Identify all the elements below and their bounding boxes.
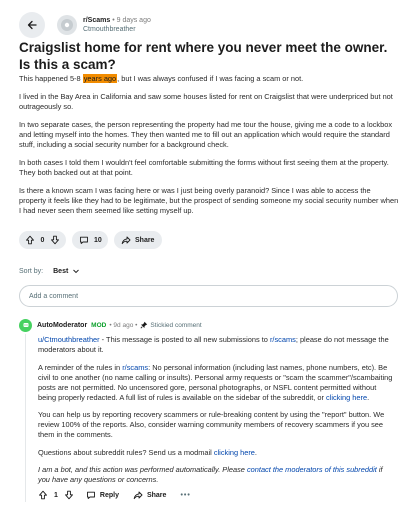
post-paragraph: In two separate cases, the person repres… [19, 120, 393, 149]
share-button[interactable]: Share [114, 231, 162, 249]
text: Questions about subreddit rules? Send us… [38, 447, 214, 457]
rules-link[interactable]: clicking here [326, 393, 367, 402]
comments-button[interactable]: 10 [72, 231, 108, 249]
comment-paragraph: I am a bot, and this action was performe… [38, 465, 395, 485]
reply-button[interactable]: Reply [86, 490, 119, 500]
post-paragraph: Is there a known scam I was facing here … [19, 186, 399, 215]
upvote-arrow-icon[interactable] [25, 235, 35, 245]
contact-mods-link[interactable]: contact the moderators of this subreddit [247, 465, 377, 474]
text: - This message is posted to all new subm… [99, 335, 270, 344]
subreddit-link[interactable]: r/scams [122, 363, 148, 372]
vote-pill: 0 [19, 231, 66, 249]
comment-share-button[interactable]: Share [133, 490, 166, 500]
chevron-down-icon[interactable] [72, 267, 80, 275]
comment-author[interactable]: AutoModerator [37, 322, 87, 329]
comment-body: u/Ctmouthbreather - This message is post… [38, 335, 395, 493]
comment-header: AutoModerator MOD • 9d ago • Stickied co… [19, 318, 399, 332]
post-body: This happened 5-8 years ago, but I was a… [19, 74, 399, 224]
vote-count: 0 [40, 236, 45, 244]
highlighted-text: years ago [82, 74, 118, 83]
downvote-arrow-icon[interactable] [64, 490, 74, 500]
comment-time: • 9d ago • [109, 321, 138, 329]
text: . [367, 392, 370, 402]
text: A reminder of the rules in [38, 362, 123, 372]
post-paragraph: In both cases I told them I wouldn't fee… [19, 158, 389, 177]
sort-label: Sort by: [19, 267, 44, 275]
downvote-arrow-icon[interactable] [50, 235, 60, 245]
comment-paragraph: Questions about subreddit rules? Send us… [38, 448, 395, 458]
meta-separator: • [112, 17, 115, 24]
share-label: Share [146, 491, 167, 499]
add-comment-placeholder: Add a comment [29, 292, 79, 300]
modmail-link[interactable]: clicking here [214, 448, 255, 457]
post-meta: r/Scams • 9 days ago Ctmouthbreather [83, 16, 151, 34]
post-paragraph: I lived in the Bay Area in California an… [19, 92, 393, 111]
comment-bubble-icon [86, 490, 96, 500]
comment-bubble-icon [79, 235, 89, 245]
pin-icon [140, 321, 148, 329]
sort-row: Sort by: Best [19, 267, 80, 275]
subreddit-avatar[interactable] [57, 15, 77, 35]
reply-label: Reply [99, 491, 119, 499]
automod-comment: AutoModerator MOD • 9d ago • Stickied co… [19, 318, 399, 502]
stickied-label: Stickied comment [150, 321, 202, 329]
comment-actions: 1 Reply Share ••• [38, 490, 191, 500]
mod-badge: MOD [91, 321, 107, 329]
subreddit-link[interactable]: r/scams [270, 335, 296, 344]
comment-paragraph: A reminder of the rules in r/scams: No p… [38, 363, 395, 403]
comment-count: 10 [94, 236, 102, 244]
sort-dropdown[interactable]: Best [53, 268, 68, 275]
arrow-left-icon [26, 19, 38, 31]
automod-avatar[interactable] [19, 318, 32, 332]
comment-paragraph: u/Ctmouthbreather - This message is post… [38, 335, 395, 355]
upvote-arrow-icon[interactable] [38, 490, 48, 500]
text: , but I was always confused if I was fac… [117, 74, 304, 83]
thread-line[interactable] [25, 334, 26, 502]
post-title: Craigslist home for rent where you never… [19, 40, 388, 72]
text: . [254, 447, 257, 457]
share-label: Share [135, 236, 155, 244]
text: This happened 5-8 [19, 74, 83, 83]
text: I am a bot, and this action was performe… [38, 465, 247, 474]
comment-vote-count: 1 [54, 491, 58, 499]
post-actions: 0 10 Share [19, 231, 168, 249]
post-time: 9 days ago [116, 17, 151, 24]
share-icon [133, 490, 143, 500]
subreddit-link[interactable]: r/Scams [83, 17, 110, 24]
more-options-button[interactable]: ••• [180, 492, 190, 499]
post-author[interactable]: Ctmouthbreather [83, 25, 151, 34]
comment-paragraph: You can help us by reporting recovery sc… [38, 410, 385, 439]
comment-vote: 1 [38, 490, 74, 500]
share-icon [121, 235, 131, 245]
user-link[interactable]: u/Ctmouthbreather [38, 335, 100, 344]
back-button[interactable] [19, 12, 45, 38]
post-header: r/Scams • 9 days ago Ctmouthbreather [19, 12, 151, 38]
post-paragraph: This happened 5-8 years ago, but I was a… [19, 74, 399, 84]
post-page: r/Scams • 9 days ago Ctmouthbreather Cra… [0, 0, 406, 512]
add-comment-input[interactable]: Add a comment [19, 285, 398, 307]
